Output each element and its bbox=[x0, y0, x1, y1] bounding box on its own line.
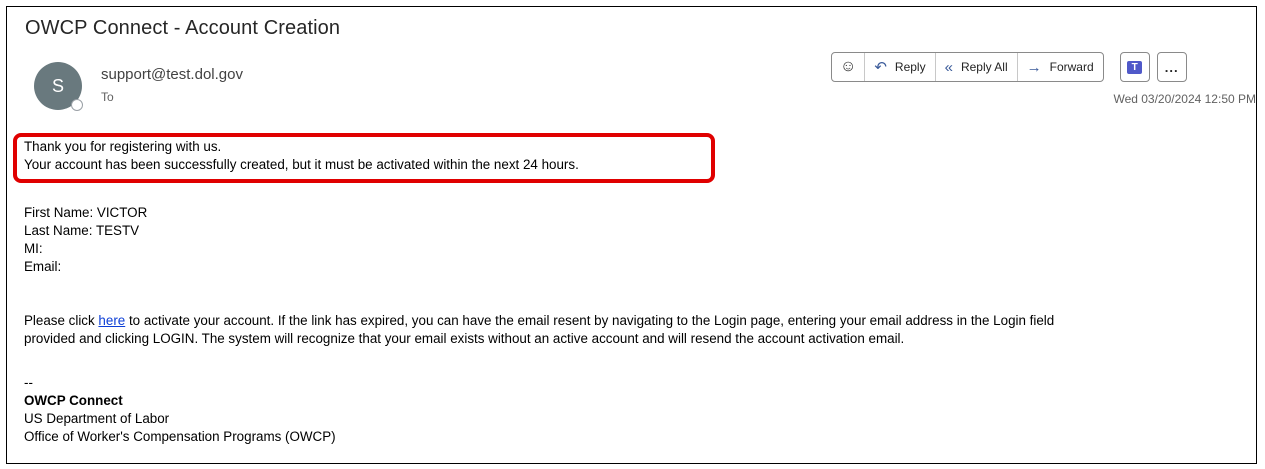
reply-all-button[interactable]: « Reply All bbox=[936, 53, 1018, 81]
avatar-initial: S bbox=[51, 76, 64, 96]
signature-separator: -- bbox=[24, 375, 33, 390]
user-details: First Name: VICTOR Last Name: TESTV MI: … bbox=[24, 204, 147, 276]
teams-share-button[interactable]: T bbox=[1119, 52, 1150, 82]
forward-label: Forward bbox=[1049, 60, 1094, 74]
email-field: Email: bbox=[24, 259, 62, 274]
signature: -- OWCP Connect US Department of Labor O… bbox=[24, 374, 336, 446]
first-name: First Name: VICTOR bbox=[24, 205, 148, 220]
reply-label: Reply bbox=[894, 60, 926, 74]
signature-name: OWCP Connect bbox=[24, 392, 336, 410]
activation-text-end: to activate your account. If the link ha… bbox=[125, 313, 1055, 328]
ellipsis-icon: ... bbox=[1164, 59, 1179, 75]
to-label: To bbox=[101, 90, 114, 104]
body-line-2: Your account has been successfully creat… bbox=[24, 157, 579, 172]
smiley-icon: ☺ bbox=[840, 58, 857, 75]
message-intro: Thank you for registering with us. Your … bbox=[24, 138, 579, 174]
activation-text-start: Please click bbox=[24, 313, 99, 328]
message-toolbar: ☺ ↶ Reply « Reply All → Forward T ... bbox=[831, 52, 1187, 82]
teams-icon: T bbox=[1127, 60, 1143, 74]
reply-all-icon: « bbox=[944, 58, 953, 76]
emoji-reaction-button[interactable]: ☺ bbox=[832, 53, 866, 81]
activation-paragraph: Please click here to activate your accou… bbox=[24, 312, 1249, 348]
email-subject: OWCP Connect - Account Creation bbox=[25, 17, 341, 39]
forward-arrow-icon: → bbox=[1026, 58, 1042, 76]
reply-button-group: ☺ ↶ Reply « Reply All → Forward bbox=[831, 52, 1104, 82]
presence-status-icon bbox=[71, 99, 83, 111]
signature-office: Office of Worker's Compensation Programs… bbox=[24, 429, 336, 444]
last-name: Last Name: TESTV bbox=[24, 223, 140, 238]
reply-button[interactable]: ↶ Reply bbox=[865, 53, 936, 81]
activation-link[interactable]: here bbox=[98, 313, 125, 328]
activation-line-1: Please click here to activate your accou… bbox=[24, 312, 1249, 330]
sender-address[interactable]: support@test.dol.gov bbox=[101, 66, 243, 83]
middle-initial: MI: bbox=[24, 241, 43, 256]
received-date: Wed 03/20/2024 12:50 PM bbox=[1113, 92, 1256, 106]
reply-all-label: Reply All bbox=[960, 60, 1008, 74]
reply-arrow-icon: ↶ bbox=[874, 59, 887, 76]
signature-name-text: OWCP Connect bbox=[24, 393, 123, 408]
forward-button[interactable]: → Forward bbox=[1018, 53, 1103, 81]
body-line-1: Thank you for registering with us. bbox=[24, 139, 222, 154]
more-actions-button[interactable]: ... bbox=[1156, 52, 1187, 82]
signature-org: US Department of Labor bbox=[24, 411, 170, 426]
activation-line-2: provided and clicking LOGIN. The system … bbox=[24, 331, 905, 346]
